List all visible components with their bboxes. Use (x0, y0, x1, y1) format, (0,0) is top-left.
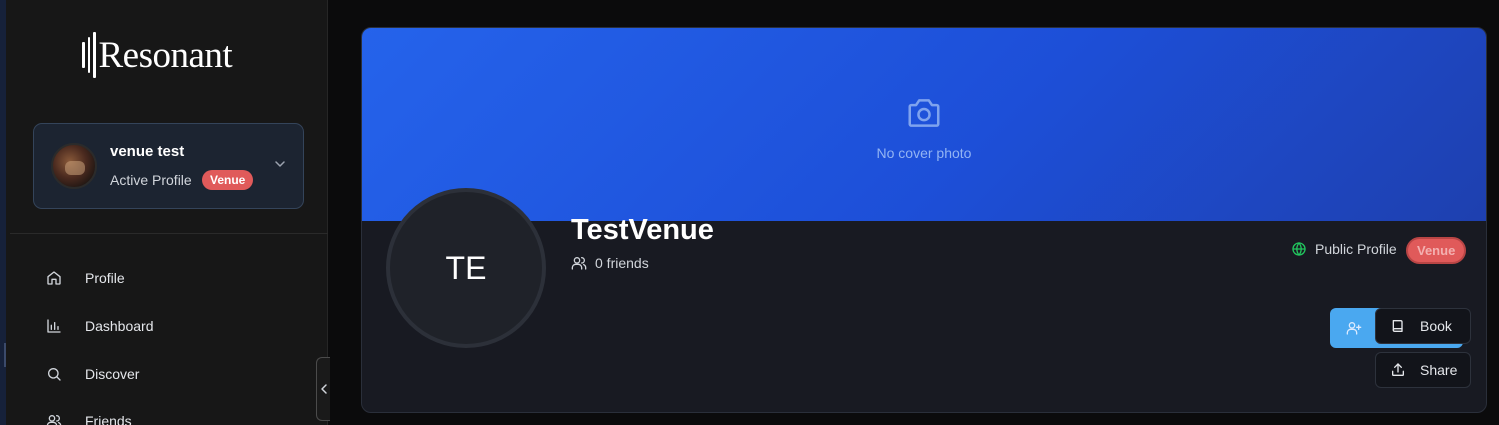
globe-icon (1292, 242, 1306, 256)
chevron-down-icon (275, 161, 285, 167)
profile-avatar[interactable]: TE (386, 188, 546, 348)
visibility-status: Public Profile (1291, 241, 1397, 257)
app-logo[interactable]: Resonant (82, 30, 233, 80)
share-label: Share (1420, 362, 1458, 378)
profile-card: No cover photo TE TestVenue 0 friends Pu… (361, 27, 1487, 413)
sidebar-item-label: Dashboard (85, 318, 154, 334)
logo-text: Resonant (98, 34, 233, 76)
users-icon (46, 415, 62, 425)
sidebar-item-label: Friends (85, 413, 132, 425)
sidebar-collapse-button[interactable] (316, 357, 330, 421)
avatar (51, 143, 97, 189)
logo-mark-icon (82, 32, 96, 78)
friends-count-label: 0 friends (595, 255, 649, 271)
app-root: Resonant venue test Active Profile Venue… (0, 0, 1499, 425)
page-title: TestVenue (571, 214, 714, 246)
home-icon (47, 271, 61, 285)
sidebar-item-label: Discover (85, 366, 140, 382)
user-plus-icon (1346, 322, 1362, 335)
book-icon (1392, 320, 1403, 332)
camera-icon (908, 99, 940, 127)
visibility-label: Public Profile (1315, 241, 1397, 257)
sidebar-item-friends[interactable]: Friends (46, 407, 286, 425)
cover-placeholder-text: No cover photo (876, 145, 972, 161)
profile-name: venue test (110, 143, 185, 160)
status-badge: Venue (1406, 237, 1467, 264)
share-button[interactable]: Share (1375, 352, 1471, 388)
sidebar: Resonant venue test Active Profile Venue… (6, 0, 328, 425)
sidebar-item-label: Profile (85, 270, 125, 286)
book-button[interactable]: Book (1375, 308, 1471, 344)
book-label: Book (1420, 318, 1452, 334)
chart-icon (47, 319, 61, 333)
users-icon (571, 257, 587, 270)
search-icon (48, 368, 61, 381)
sidebar-item-profile[interactable]: Profile (46, 264, 286, 292)
profile-type-badge: Venue (202, 170, 254, 190)
chevron-left-icon (320, 384, 327, 394)
sidebar-divider (10, 233, 328, 234)
sidebar-item-dashboard[interactable]: Dashboard (46, 312, 286, 340)
profile-status: Active Profile (110, 172, 192, 188)
cover-photo-area[interactable]: No cover photo (362, 28, 1486, 221)
sidebar-item-discover[interactable]: Discover (46, 360, 286, 388)
share-icon (1392, 363, 1404, 376)
profile-switcher[interactable]: venue test Active Profile Venue (33, 123, 304, 209)
friends-count[interactable]: 0 friends (571, 255, 649, 271)
